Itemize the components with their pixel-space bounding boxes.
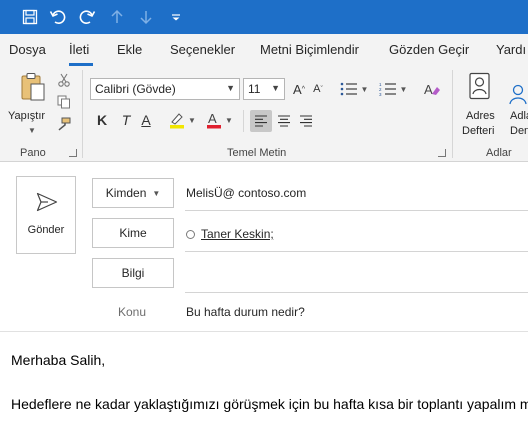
message-body[interactable]: Merhaba Salih, Hedeflere ne kadar yaklaş…	[0, 334, 528, 433]
address-book-label-line1: Adres	[466, 110, 495, 122]
tab-options[interactable]: Seçenekler	[170, 42, 235, 57]
to-field[interactable]: Taner Keskin;	[186, 227, 274, 241]
check-names-label-line1: Adla	[510, 110, 528, 122]
shrink-font-icon[interactable]: Aˇ	[309, 79, 327, 99]
address-book-icon	[469, 72, 490, 100]
to-underline	[185, 251, 528, 252]
underline-button[interactable]: A	[138, 110, 154, 130]
align-center-icon[interactable]	[273, 110, 295, 132]
chevron-down-icon[interactable]: ▼	[152, 189, 160, 198]
highlight-button[interactable]: ▼	[166, 110, 198, 130]
italic-button[interactable]: T	[118, 110, 134, 130]
numbering-button[interactable]: 123 ▼	[378, 79, 408, 99]
bullet-list-icon	[340, 82, 357, 96]
save-icon[interactable]	[20, 7, 40, 27]
paste-dropdown-icon[interactable]: ▼	[28, 126, 36, 135]
ribbon: Yapıştır ▼ Pano Calibri (Gövde) ▼ 11 ▼ A…	[0, 66, 528, 162]
ribbon-tabs: Dosya İleti Ekle Seçenekler Metni Biçiml…	[0, 34, 528, 66]
font-size-value: 11	[248, 82, 261, 96]
customize-quick-access-icon[interactable]	[166, 7, 186, 27]
font-size-combo[interactable]: 11 ▼	[243, 78, 285, 100]
cc-button[interactable]: Bilgi	[92, 258, 174, 288]
tab-format-text[interactable]: Metni Biçimlendir	[260, 42, 359, 57]
tab-file[interactable]: Dosya	[9, 42, 46, 57]
paste-button[interactable]: Yapıştır ▼	[8, 70, 52, 136]
copy-icon[interactable]	[56, 94, 72, 110]
arrow-down-icon[interactable]	[136, 7, 156, 27]
chevron-down-icon[interactable]: ▼	[226, 83, 235, 93]
tab-review[interactable]: Gözden Geçir	[389, 42, 469, 57]
separator	[243, 110, 244, 132]
svg-text:A: A	[424, 82, 433, 97]
tab-insert[interactable]: Ekle	[117, 42, 142, 57]
from-label: Kimden	[105, 186, 147, 200]
paste-label: Yapıştır	[8, 110, 46, 122]
svg-text:3: 3	[379, 92, 382, 96]
cc-label: Bilgi	[121, 266, 145, 280]
font-name-combo[interactable]: Calibri (Gövde) ▼	[90, 78, 240, 100]
align-left-icon[interactable]	[250, 110, 272, 132]
group-label-clipboard: Pano	[20, 147, 46, 159]
cc-underline	[185, 292, 528, 293]
group-label-basic-text: Temel Metin	[227, 147, 287, 159]
from-underline	[185, 210, 528, 211]
numbered-list-icon: 123	[379, 82, 396, 96]
address-book-button[interactable]: Adres Defteri	[458, 70, 502, 140]
recipient-name[interactable]: Taner Keskin;	[201, 227, 274, 241]
to-label: Kime	[119, 226, 147, 240]
font-name-value: Calibri (Gövde)	[95, 82, 176, 96]
address-book-label-line2: Defteri	[462, 125, 495, 137]
clear-formatting-icon[interactable]: A	[421, 79, 443, 99]
svg-text:A: A	[208, 111, 217, 126]
body-line-greeting: Merhaba Salih,	[11, 352, 106, 368]
tab-help[interactable]: Yardı	[496, 42, 526, 57]
subject-label: Konu	[118, 305, 147, 319]
send-label: Gönder	[27, 224, 65, 236]
chevron-down-icon[interactable]: ▼	[271, 83, 280, 93]
undo-icon[interactable]	[48, 7, 68, 27]
paste-icon	[21, 73, 45, 101]
font-color-button[interactable]: A ▼	[203, 110, 235, 130]
check-names-icon	[509, 84, 527, 105]
check-names-button[interactable]: Adla Dene	[504, 70, 528, 140]
group-label-names: Adlar	[486, 147, 512, 159]
from-button[interactable]: Kimden ▼	[92, 178, 174, 208]
check-names-label-line2: Dene	[510, 125, 528, 137]
send-icon	[36, 192, 58, 212]
font-color-icon: A	[207, 111, 222, 129]
align-right-icon[interactable]	[295, 110, 317, 132]
clipboard-dialog-launcher-icon[interactable]	[69, 149, 77, 157]
grow-font-icon[interactable]: A ^	[290, 79, 308, 99]
from-value: MelisÜ@ contoso.com	[186, 186, 307, 200]
tab-message[interactable]: İleti	[69, 42, 89, 57]
group-separator	[82, 70, 83, 158]
header-body-divider	[0, 331, 528, 332]
body-line-content: Hedeflere ne kadar yaklaştığımızı görüşm…	[11, 396, 528, 412]
to-button[interactable]: Kime	[92, 218, 174, 248]
highlighter-icon	[170, 113, 185, 129]
cc-field[interactable]	[185, 256, 528, 290]
basic-text-dialog-launcher-icon[interactable]	[438, 149, 446, 157]
redo-icon[interactable]	[77, 7, 97, 27]
cut-icon[interactable]	[56, 72, 72, 88]
bullets-button[interactable]: ▼	[339, 79, 369, 99]
format-painter-icon[interactable]	[56, 116, 72, 132]
send-button[interactable]: Gönder	[16, 176, 76, 254]
arrow-up-icon[interactable]	[107, 7, 127, 27]
subject-field[interactable]: Bu hafta durum nedir?	[186, 305, 305, 319]
title-bar	[0, 0, 528, 34]
bold-button[interactable]: K	[94, 110, 110, 130]
presence-status-icon	[186, 229, 195, 239]
group-separator	[452, 70, 453, 158]
